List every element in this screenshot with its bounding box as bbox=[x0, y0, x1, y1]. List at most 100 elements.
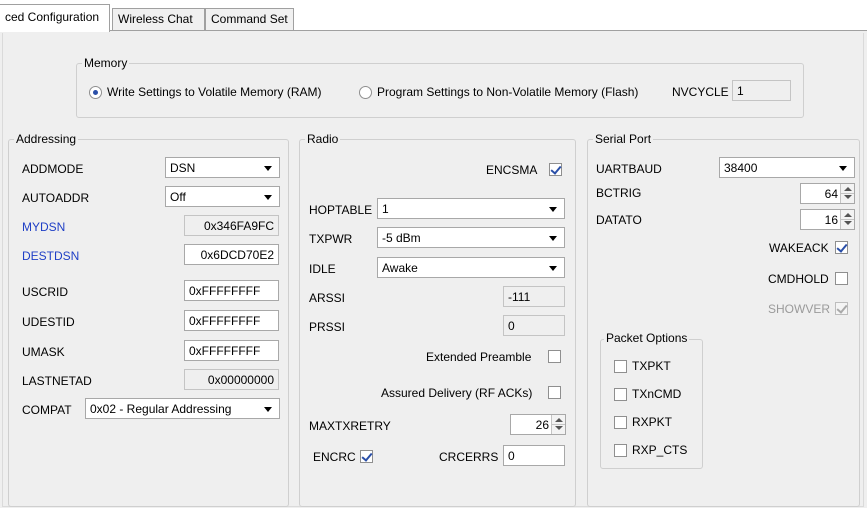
maxtxretry-spinner[interactable]: 26 bbox=[510, 414, 566, 435]
compat-combo[interactable]: 0x02 - Regular Addressing bbox=[85, 398, 280, 419]
udestid-field[interactable]: 0xFFFFFFFF bbox=[184, 310, 279, 331]
assured-delivery-label: Assured Delivery (RF ACKs) bbox=[381, 386, 533, 400]
spinner-buttons[interactable] bbox=[840, 210, 854, 229]
mydsn-field: 0x346FA9FC bbox=[184, 215, 279, 236]
uartbaud-value: 38400 bbox=[724, 161, 758, 175]
hoptable-value: 1 bbox=[382, 202, 389, 216]
memory-group-title: Memory bbox=[82, 56, 130, 70]
spin-down-icon[interactable] bbox=[844, 195, 852, 199]
txpwr-combo[interactable]: -5 dBm bbox=[377, 227, 565, 248]
hoptable-combo[interactable]: 1 bbox=[377, 198, 565, 219]
packet-options-title: Packet Options bbox=[604, 331, 690, 345]
spin-up-icon[interactable] bbox=[555, 418, 563, 422]
spinner-divider bbox=[841, 193, 854, 194]
tab-wireless-chat[interactable]: Wireless Chat bbox=[112, 8, 205, 31]
tab-command-set[interactable]: Command Set bbox=[205, 8, 294, 31]
cmdhold-label: CMDHOLD bbox=[768, 272, 829, 286]
chevron-down-icon[interactable] bbox=[839, 166, 847, 171]
umask-field[interactable]: 0xFFFFFFFF bbox=[184, 340, 279, 361]
idle-combo[interactable]: Awake bbox=[377, 257, 565, 278]
bctrig-value: 64 bbox=[824, 187, 838, 201]
encsma-label: ENCSMA bbox=[486, 163, 538, 177]
radio-ram-label[interactable]: Write Settings to Volatile Memory (RAM) bbox=[107, 85, 322, 99]
txpwr-label: TXPWR bbox=[309, 232, 353, 246]
spin-up-icon[interactable] bbox=[844, 213, 852, 217]
extended-preamble-label: Extended Preamble bbox=[426, 350, 532, 364]
chevron-down-icon[interactable] bbox=[549, 266, 557, 271]
chevron-down-icon[interactable] bbox=[549, 236, 557, 241]
assured-delivery-checkbox[interactable] bbox=[548, 386, 561, 399]
spinner-divider bbox=[552, 424, 565, 425]
uscrid-field[interactable]: 0xFFFFFFFF bbox=[184, 280, 279, 301]
mydsn-label: MYDSN bbox=[22, 220, 66, 234]
chevron-down-icon[interactable] bbox=[264, 166, 272, 171]
spinner-buttons[interactable] bbox=[840, 184, 854, 203]
destdsn-field[interactable]: 0x6DCD70E2 bbox=[184, 244, 279, 265]
addmode-value: DSN bbox=[170, 161, 196, 175]
datato-label: DATATO bbox=[596, 213, 642, 227]
uscrid-label: USCRID bbox=[22, 285, 69, 299]
rxp-cts-label: RXP_CTS bbox=[632, 443, 688, 457]
maxtxretry-value: 26 bbox=[535, 418, 549, 432]
uartbaud-combo[interactable]: 38400 bbox=[719, 157, 855, 178]
serial-port-group-title: Serial Port bbox=[593, 132, 654, 146]
addmode-combo[interactable]: DSN bbox=[165, 157, 280, 178]
spin-down-icon[interactable] bbox=[555, 426, 563, 430]
addressing-group-title: Addressing bbox=[14, 132, 79, 146]
udestid-label: UDESTID bbox=[22, 315, 75, 329]
spinner-divider bbox=[841, 219, 854, 220]
tab-strip: ced Configuration Wireless Chat Command … bbox=[0, 0, 867, 32]
bctrig-spinner[interactable]: 64 bbox=[800, 183, 855, 204]
prssi-label: PRSSI bbox=[309, 320, 346, 334]
spin-down-icon[interactable] bbox=[844, 221, 852, 225]
destdsn-label: DESTDSN bbox=[22, 249, 80, 263]
prssi-field: 0 bbox=[503, 315, 565, 336]
encsma-checkbox[interactable] bbox=[549, 163, 562, 176]
nvcycle-label: NVCYCLE bbox=[672, 85, 729, 99]
txpkt-label: TXPKT bbox=[632, 359, 671, 373]
lastnetad-field: 0x00000000 bbox=[184, 369, 279, 390]
chevron-down-icon[interactable] bbox=[549, 207, 557, 212]
hoptable-label: HOPTABLE bbox=[309, 203, 373, 217]
datato-spinner[interactable]: 16 bbox=[800, 209, 855, 230]
spin-up-icon[interactable] bbox=[844, 187, 852, 191]
txpwr-value: -5 dBm bbox=[382, 231, 421, 245]
cmdhold-checkbox[interactable] bbox=[835, 272, 848, 285]
crcerrs-label: CRCERRS bbox=[439, 450, 499, 464]
tab-label: Command Set bbox=[211, 12, 288, 26]
crcerrs-field[interactable]: 0 bbox=[503, 445, 565, 466]
rxpkt-label: RXPKT bbox=[632, 415, 673, 429]
radio-ram[interactable] bbox=[89, 86, 102, 99]
encrc-label: ENCRC bbox=[313, 450, 356, 464]
rxpkt-checkbox[interactable] bbox=[614, 416, 627, 429]
tab-label: ced Configuration bbox=[5, 10, 100, 24]
idle-value: Awake bbox=[382, 261, 418, 275]
showver-checkbox bbox=[835, 302, 848, 315]
radio-flash-label[interactable]: Program Settings to Non-Volatile Memory … bbox=[377, 85, 638, 99]
compat-label: COMPAT bbox=[22, 403, 72, 417]
maxtxretry-label: MAXTXRETRY bbox=[309, 419, 391, 433]
txncmd-checkbox[interactable] bbox=[614, 388, 627, 401]
autoaddr-combo[interactable]: Off bbox=[165, 186, 280, 207]
arssi-label: ARSSI bbox=[309, 291, 346, 305]
chevron-down-icon[interactable] bbox=[264, 407, 272, 412]
nvcycle-field: 1 bbox=[732, 80, 791, 101]
umask-label: UMASK bbox=[22, 345, 65, 359]
tab-label: Wireless Chat bbox=[118, 12, 193, 26]
compat-value: 0x02 - Regular Addressing bbox=[90, 402, 232, 416]
radio-flash[interactable] bbox=[359, 86, 372, 99]
autoaddr-label: AUTOADDR bbox=[22, 191, 90, 205]
chevron-down-icon[interactable] bbox=[264, 195, 272, 200]
extended-preamble-checkbox[interactable] bbox=[548, 350, 561, 363]
rxp-cts-checkbox[interactable] bbox=[614, 444, 627, 457]
lastnetad-label: LASTNETAD bbox=[22, 374, 92, 388]
wakeack-label: WAKEACK bbox=[769, 241, 829, 255]
txpkt-checkbox[interactable] bbox=[614, 360, 627, 373]
spinner-buttons[interactable] bbox=[551, 415, 565, 434]
tab-advanced-configuration[interactable]: ced Configuration bbox=[0, 4, 110, 32]
encrc-checkbox[interactable] bbox=[360, 450, 373, 463]
uartbaud-label: UARTBAUD bbox=[596, 162, 662, 176]
wakeack-checkbox[interactable] bbox=[835, 241, 848, 254]
bctrig-label: BCTRIG bbox=[596, 186, 642, 200]
datato-value: 16 bbox=[824, 213, 838, 227]
